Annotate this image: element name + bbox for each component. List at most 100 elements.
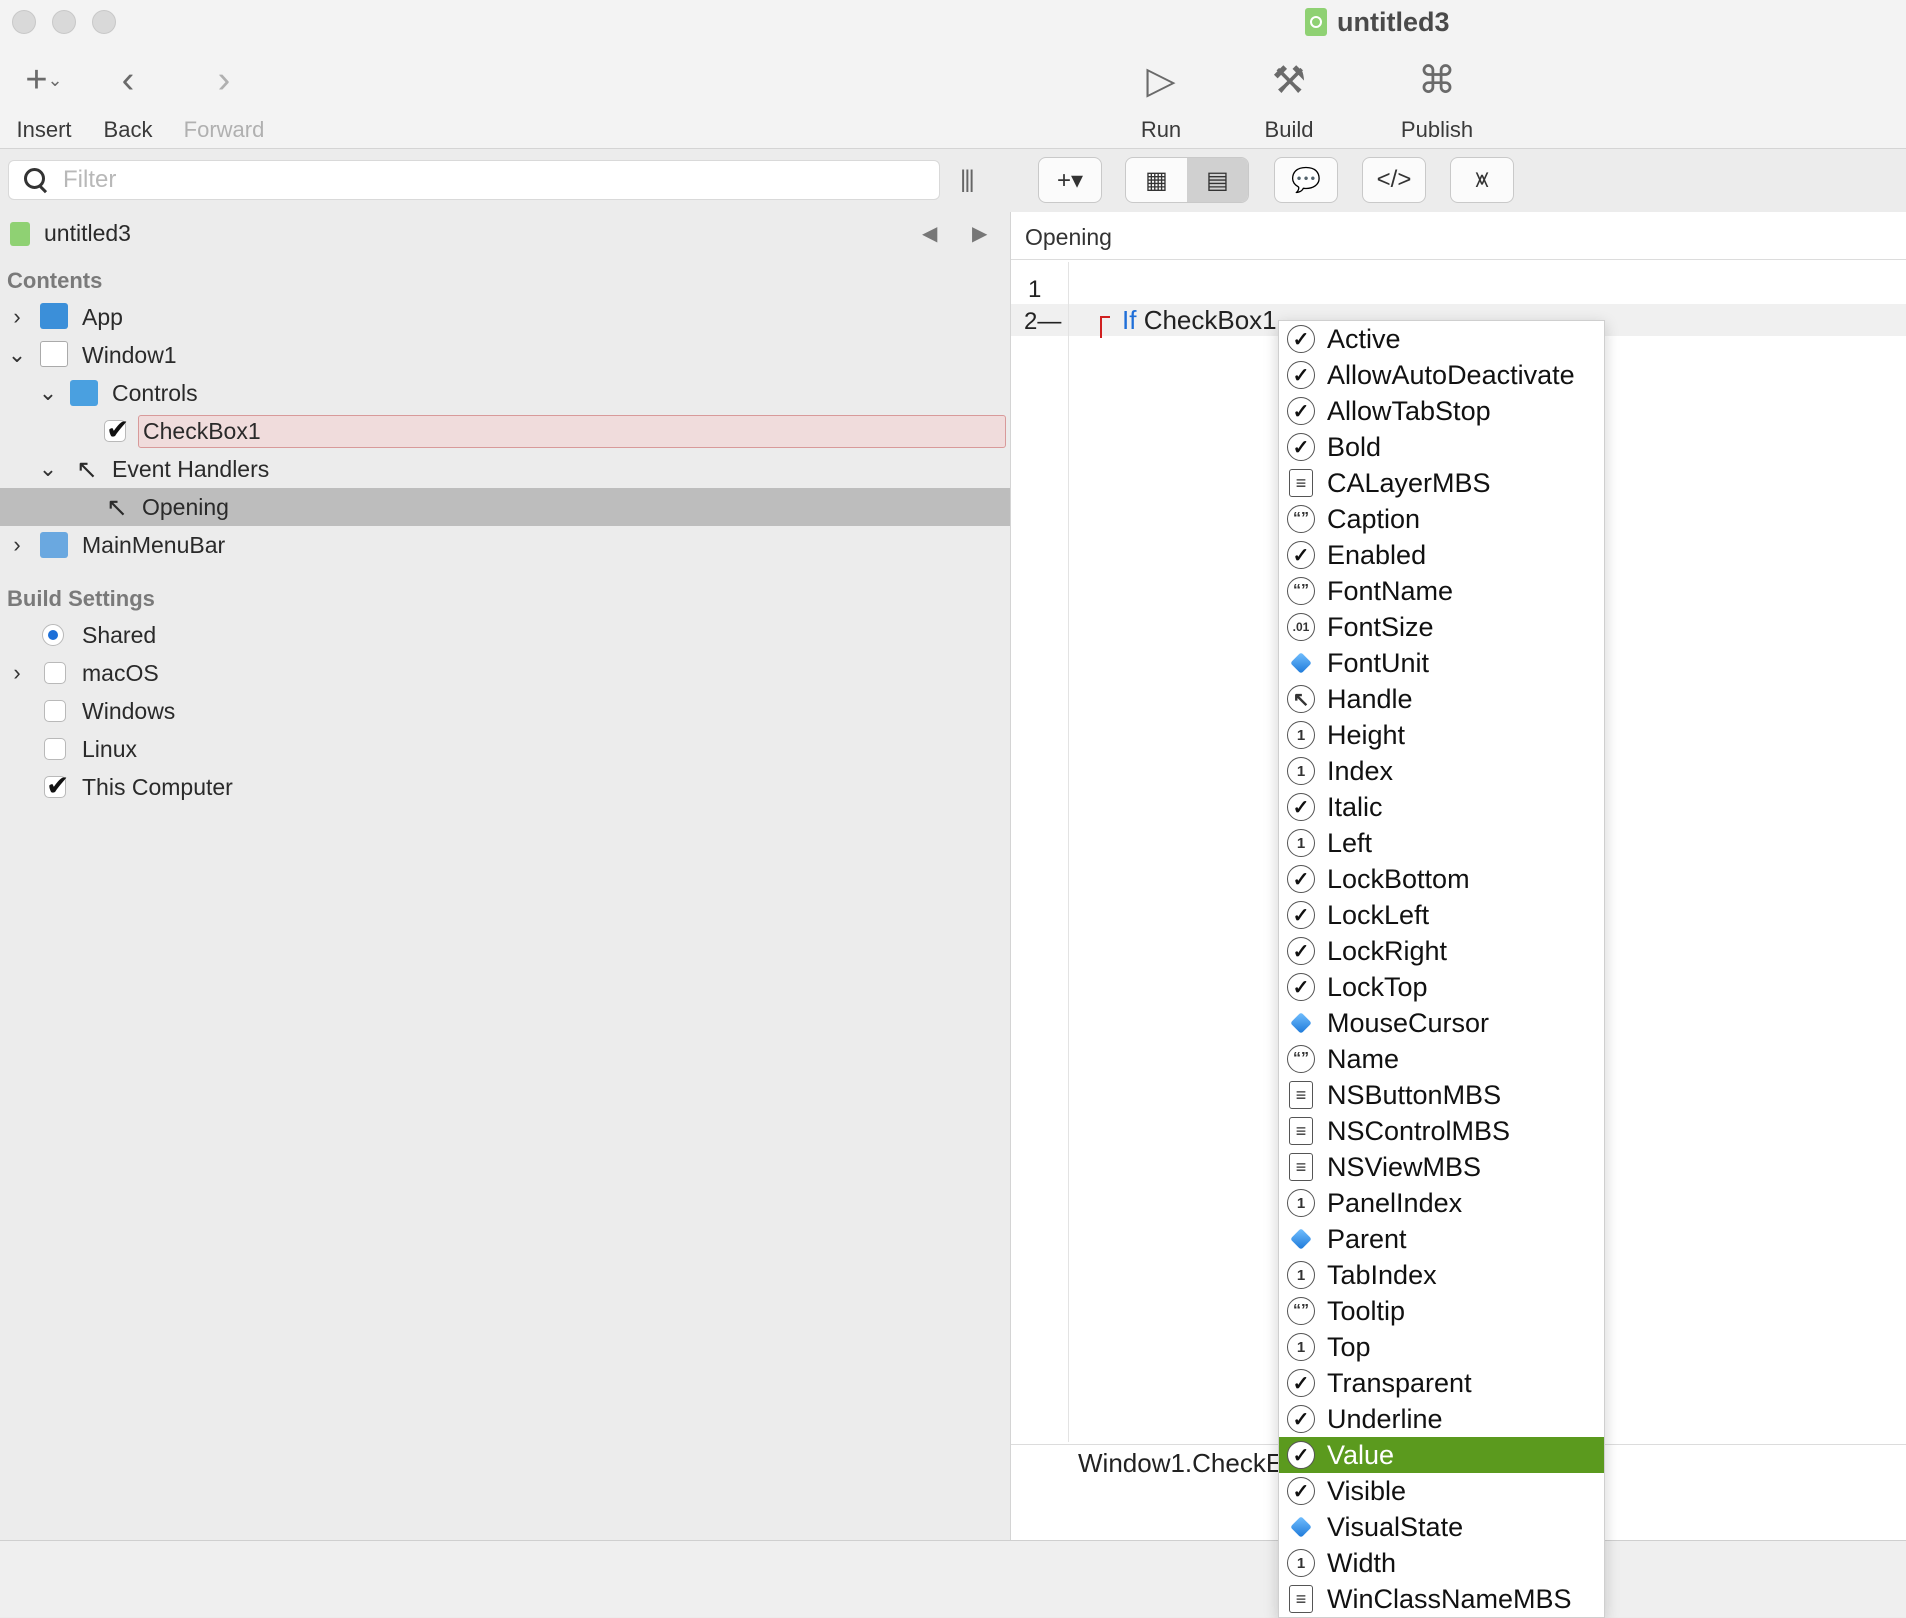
autocomplete-item[interactable]: Bold bbox=[1279, 429, 1604, 465]
block-bracket-marker bbox=[1100, 316, 1110, 338]
build-button[interactable]: ⚒ Build bbox=[1256, 55, 1322, 143]
app-icon bbox=[40, 303, 68, 329]
sidebar-item-checkbox1[interactable]: CheckBox1 bbox=[0, 412, 1010, 450]
zoom-window-button[interactable] bbox=[92, 10, 116, 34]
close-window-button[interactable] bbox=[12, 10, 36, 34]
autocomplete-item[interactable]: WinClassNameMBS bbox=[1279, 1581, 1604, 1617]
macos-checkbox[interactable] bbox=[44, 662, 66, 684]
cube-icon bbox=[1287, 1009, 1315, 1037]
quote-icon bbox=[1287, 505, 1315, 533]
autocomplete-item[interactable]: Top bbox=[1279, 1329, 1604, 1365]
sidebar-item-opening[interactable]: ↖ Opening bbox=[0, 488, 1010, 526]
sidebar-item-controls[interactable]: ⌄ Controls bbox=[0, 374, 1010, 412]
filter-input[interactable] bbox=[61, 165, 939, 195]
autocomplete-item[interactable]: FontName bbox=[1279, 573, 1604, 609]
autocomplete-item[interactable]: NSViewMBS bbox=[1279, 1149, 1604, 1185]
comment-button[interactable]: 💬 bbox=[1274, 157, 1338, 203]
autocomplete-item[interactable]: NSControlMBS bbox=[1279, 1113, 1604, 1149]
build-item-shared[interactable]: Shared bbox=[0, 616, 1010, 654]
rename-field[interactable]: CheckBox1 bbox=[138, 415, 1006, 448]
autocomplete-item[interactable]: Left bbox=[1279, 825, 1604, 861]
autocomplete-item[interactable]: Caption bbox=[1279, 501, 1604, 537]
code-button[interactable]: </> bbox=[1362, 157, 1426, 203]
insert-button[interactable]: + ⌄ Insert bbox=[8, 55, 80, 143]
sidebar-item-event-handlers[interactable]: ⌄ ↖ Event Handlers bbox=[0, 450, 1010, 488]
autocomplete-item-label: TabIndex bbox=[1327, 1259, 1437, 1290]
autocomplete-item[interactable]: Width bbox=[1279, 1545, 1604, 1581]
add-menu-button[interactable]: +▾ bbox=[1038, 157, 1102, 203]
autocomplete-item[interactable]: Tooltip bbox=[1279, 1293, 1604, 1329]
autocomplete-item[interactable]: MouseCursor bbox=[1279, 1005, 1604, 1041]
autocomplete-item-label: VisualState bbox=[1327, 1511, 1464, 1542]
run-button[interactable]: ▷ Run bbox=[1130, 55, 1192, 143]
build-item-macos[interactable]: › macOS bbox=[0, 654, 1010, 692]
autocomplete-item[interactable]: Underline bbox=[1279, 1401, 1604, 1437]
autocomplete-item[interactable]: AllowTabStop bbox=[1279, 393, 1604, 429]
build-item-windows[interactable]: Windows bbox=[0, 692, 1010, 730]
autocomplete-item[interactable]: FontUnit bbox=[1279, 645, 1604, 681]
linux-checkbox[interactable] bbox=[44, 738, 66, 760]
minimize-window-button[interactable] bbox=[52, 10, 76, 34]
autocomplete-item[interactable]: PanelIndex bbox=[1279, 1185, 1604, 1221]
project-header[interactable]: untitled3 ◀ ▶ bbox=[0, 214, 1010, 252]
autocomplete-item-label: Enabled bbox=[1327, 539, 1427, 570]
autocomplete-item[interactable]: NSButtonMBS bbox=[1279, 1077, 1604, 1113]
sidebar-item-mainmenubar[interactable]: › MainMenuBar bbox=[0, 526, 1010, 564]
cursor-sparkle-icon: ↖ bbox=[106, 491, 128, 522]
autocomplete-item[interactable]: LockLeft bbox=[1279, 897, 1604, 933]
dec-icon bbox=[1287, 613, 1315, 641]
status-bar bbox=[0, 1540, 1906, 1617]
autocomplete-item[interactable]: LockRight bbox=[1279, 933, 1604, 969]
windows-checkbox[interactable] bbox=[44, 700, 66, 722]
back-button[interactable]: ‹ Back bbox=[98, 55, 158, 143]
sidebar-item-window1[interactable]: ⌄ Window1 bbox=[0, 336, 1010, 374]
chevron-down-icon[interactable]: ⌄ bbox=[38, 456, 58, 482]
autocomplete-item[interactable]: Value bbox=[1279, 1437, 1604, 1473]
autocomplete-item[interactable]: Parent bbox=[1279, 1221, 1604, 1257]
radio-selected-icon[interactable] bbox=[42, 624, 64, 646]
autocomplete-item[interactable]: CALayerMBS bbox=[1279, 465, 1604, 501]
autocomplete-item[interactable]: Height bbox=[1279, 717, 1604, 753]
autocomplete-popup[interactable]: Active AllowAutoDeactivate AllowTabStop Bol… bbox=[1278, 320, 1605, 1618]
build-item-linux[interactable]: Linux bbox=[0, 730, 1010, 768]
autocomplete-item-label: NSViewMBS bbox=[1327, 1151, 1482, 1182]
filter-field[interactable] bbox=[8, 160, 940, 200]
nav-forward-arrow-icon[interactable]: ▶ bbox=[972, 221, 987, 246]
autocomplete-item[interactable]: Index bbox=[1279, 753, 1604, 789]
chevron-right-icon[interactable]: › bbox=[7, 304, 27, 330]
checkbox-icon bbox=[104, 413, 129, 446]
autocomplete-item[interactable]: AllowAutoDeactivate bbox=[1279, 357, 1604, 393]
build-item-this-computer[interactable]: This Computer bbox=[0, 768, 1010, 806]
grid-view-icon[interactable]: ▦ bbox=[1126, 158, 1187, 202]
view-mode-segment[interactable]: ▦ ▤ bbox=[1125, 157, 1249, 203]
autocomplete-item[interactable]: LockTop bbox=[1279, 969, 1604, 1005]
code-view-icon[interactable]: ▤ bbox=[1187, 158, 1248, 202]
autocomplete-item-label: Handle bbox=[1327, 683, 1413, 714]
autocomplete-item[interactable]: TabIndex bbox=[1279, 1257, 1604, 1293]
autocomplete-item[interactable]: Enabled bbox=[1279, 537, 1604, 573]
chevron-down-icon[interactable]: ⌄ bbox=[7, 342, 27, 368]
autocomplete-item[interactable]: Transparent bbox=[1279, 1365, 1604, 1401]
chevron-right-icon[interactable]: › bbox=[7, 660, 27, 686]
autocomplete-item[interactable]: LockBottom bbox=[1279, 861, 1604, 897]
autocomplete-item[interactable]: FontSize bbox=[1279, 609, 1604, 645]
autocomplete-item[interactable]: VisualState bbox=[1279, 1509, 1604, 1545]
columns-icon[interactable]: ||| bbox=[960, 166, 975, 194]
autocomplete-item-label: AllowAutoDeactivate bbox=[1327, 359, 1575, 390]
layout-button[interactable]: ⩙ bbox=[1450, 157, 1514, 203]
autocomplete-item[interactable]: Italic bbox=[1279, 789, 1604, 825]
autocomplete-item[interactable]: Active bbox=[1279, 321, 1604, 357]
autocomplete-item-label: Value bbox=[1327, 1439, 1395, 1470]
publish-button[interactable]: ⌘ Publish bbox=[1392, 55, 1482, 143]
forward-button[interactable]: › Forward bbox=[178, 55, 270, 143]
chevron-down-icon[interactable]: ⌄ bbox=[38, 380, 58, 406]
check-icon bbox=[1287, 325, 1315, 353]
this-computer-checkbox[interactable] bbox=[44, 769, 69, 802]
sidebar-item-app[interactable]: › App bbox=[0, 298, 1010, 336]
autocomplete-item[interactable]: Name bbox=[1279, 1041, 1604, 1077]
autocomplete-item[interactable]: Visible bbox=[1279, 1473, 1604, 1509]
autocomplete-item[interactable]: Handle bbox=[1279, 681, 1604, 717]
nav-back-arrow-icon[interactable]: ◀ bbox=[922, 221, 937, 246]
chevron-right-icon[interactable]: › bbox=[7, 532, 27, 558]
code-line[interactable]: If CheckBox1 bbox=[1122, 305, 1277, 336]
